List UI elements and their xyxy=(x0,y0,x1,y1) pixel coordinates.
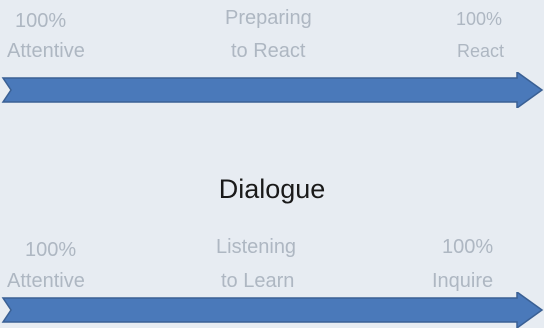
right-arrow-icon xyxy=(1,292,544,328)
row2-right-line2: Inquire xyxy=(432,270,494,292)
row2-right-line1: 100% xyxy=(442,236,494,258)
row2-left-line2: Attentive xyxy=(7,270,85,292)
row1-middle-line1: Preparing xyxy=(225,7,312,29)
row1-left-line2: Attentive xyxy=(7,40,85,62)
row2-middle-line1: Listening xyxy=(216,236,297,258)
diagram-title: Dialogue xyxy=(218,174,326,204)
row1-right-line1: 100% xyxy=(456,9,503,29)
row2-left-line1: 100% xyxy=(25,239,77,261)
row1-left-line1: 100% xyxy=(15,10,67,32)
row1-right-line2: React xyxy=(457,41,505,61)
row2-middle-line2: to Learn xyxy=(221,270,295,292)
dialogue-diagram: 100% Attentive Preparing to React 100% R… xyxy=(0,0,544,328)
row1-middle-line2: to React xyxy=(231,40,306,62)
right-arrow-icon xyxy=(1,72,544,108)
